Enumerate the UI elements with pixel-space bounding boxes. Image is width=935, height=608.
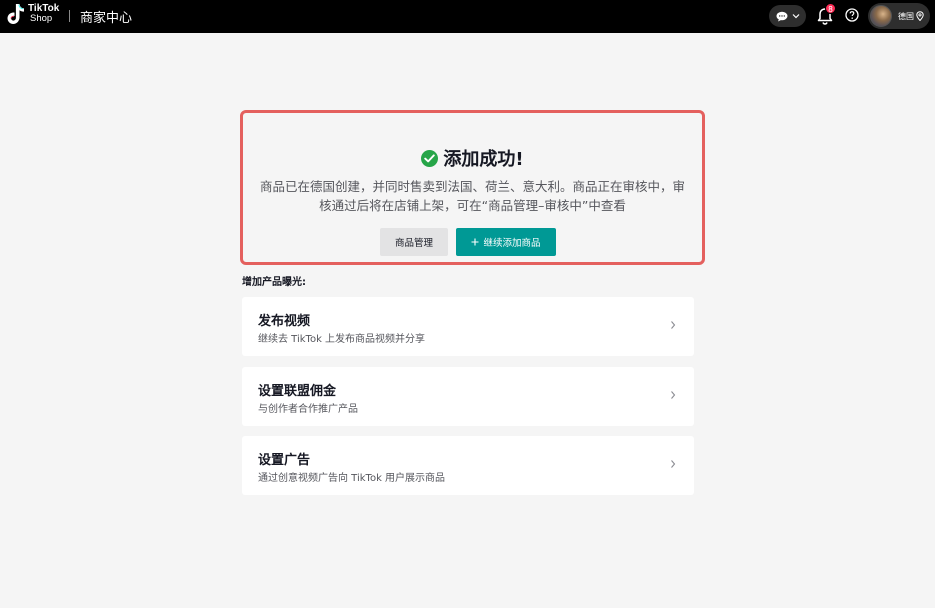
success-description: 商品已在德国创建，并同时售卖到法国、荷兰、意大利。商品正在审核中，审 核通过后将…	[243, 177, 702, 215]
header-divider	[69, 10, 70, 22]
account-menu[interactable]: 德国	[868, 3, 930, 29]
region-label: 德国	[898, 11, 914, 21]
notification-badge: 8	[825, 3, 836, 14]
logo-wordmark: TikTok Shop	[28, 4, 59, 24]
card-subtitle: 继续去 TikTok 上发布商品视频并分享	[258, 334, 426, 345]
chevron-right-icon	[671, 460, 676, 468]
check-circle-icon	[421, 149, 439, 167]
success-title-text: 添加成功!	[443, 149, 524, 170]
chevron-down-icon	[792, 14, 799, 19]
set-ads-card[interactable]: 设置广告 通过创意视频广告向 TikTok 用户展示商品	[242, 436, 694, 495]
exposure-section-label: 增加产品曝光:	[242, 277, 306, 288]
app-title: 商家中心	[80, 11, 133, 26]
location-pin-icon	[916, 11, 924, 21]
success-description-line-2: 核通过后将在店铺上架，可在“商品管理–审核中”中查看	[319, 198, 626, 213]
publish-video-card[interactable]: 发布视频 继续去 TikTok 上发布商品视频并分享	[242, 297, 694, 356]
chevron-right-icon	[671, 321, 676, 329]
top-navigation-bar: TikTok Shop 商家中心 8 德国	[0, 0, 935, 33]
success-panel: 添加成功! 商品已在德国创建，并同时售卖到法国、荷兰、意大利。商品正在审核中，审…	[240, 110, 705, 265]
manage-products-label: 商品管理	[394, 238, 433, 249]
plus-icon	[471, 238, 479, 246]
add-more-products-label: 继续添加商品	[483, 238, 541, 249]
chat-bubble-icon	[776, 11, 787, 21]
avatar	[870, 5, 892, 27]
tiktok-shop-logo[interactable]: TikTok Shop	[7, 3, 59, 25]
logo-line-2: Shop	[30, 13, 53, 24]
card-title: 设置联盟佣金	[258, 384, 337, 399]
affiliate-commission-card[interactable]: 设置联盟佣金 与创作者合作推广产品	[242, 367, 694, 426]
success-description-line-1: 商品已在德国创建，并同时售卖到法国、荷兰、意大利。商品正在审核中，审	[259, 179, 685, 194]
add-more-products-button[interactable]: 继续添加商品	[456, 228, 556, 256]
card-subtitle: 通过创意视频广告向 TikTok 用户展示商品	[258, 473, 446, 484]
help-icon[interactable]	[845, 8, 859, 22]
success-heading: 添加成功!	[243, 145, 702, 171]
card-title: 发布视频	[258, 314, 311, 329]
card-subtitle: 与创作者合作推广产品	[258, 404, 358, 415]
card-title: 设置广告	[258, 453, 311, 468]
chevron-right-icon	[671, 391, 676, 399]
manage-products-button[interactable]: 商品管理	[380, 228, 448, 256]
tiktok-logo-icon	[7, 4, 24, 24]
messages-button[interactable]	[769, 5, 806, 27]
